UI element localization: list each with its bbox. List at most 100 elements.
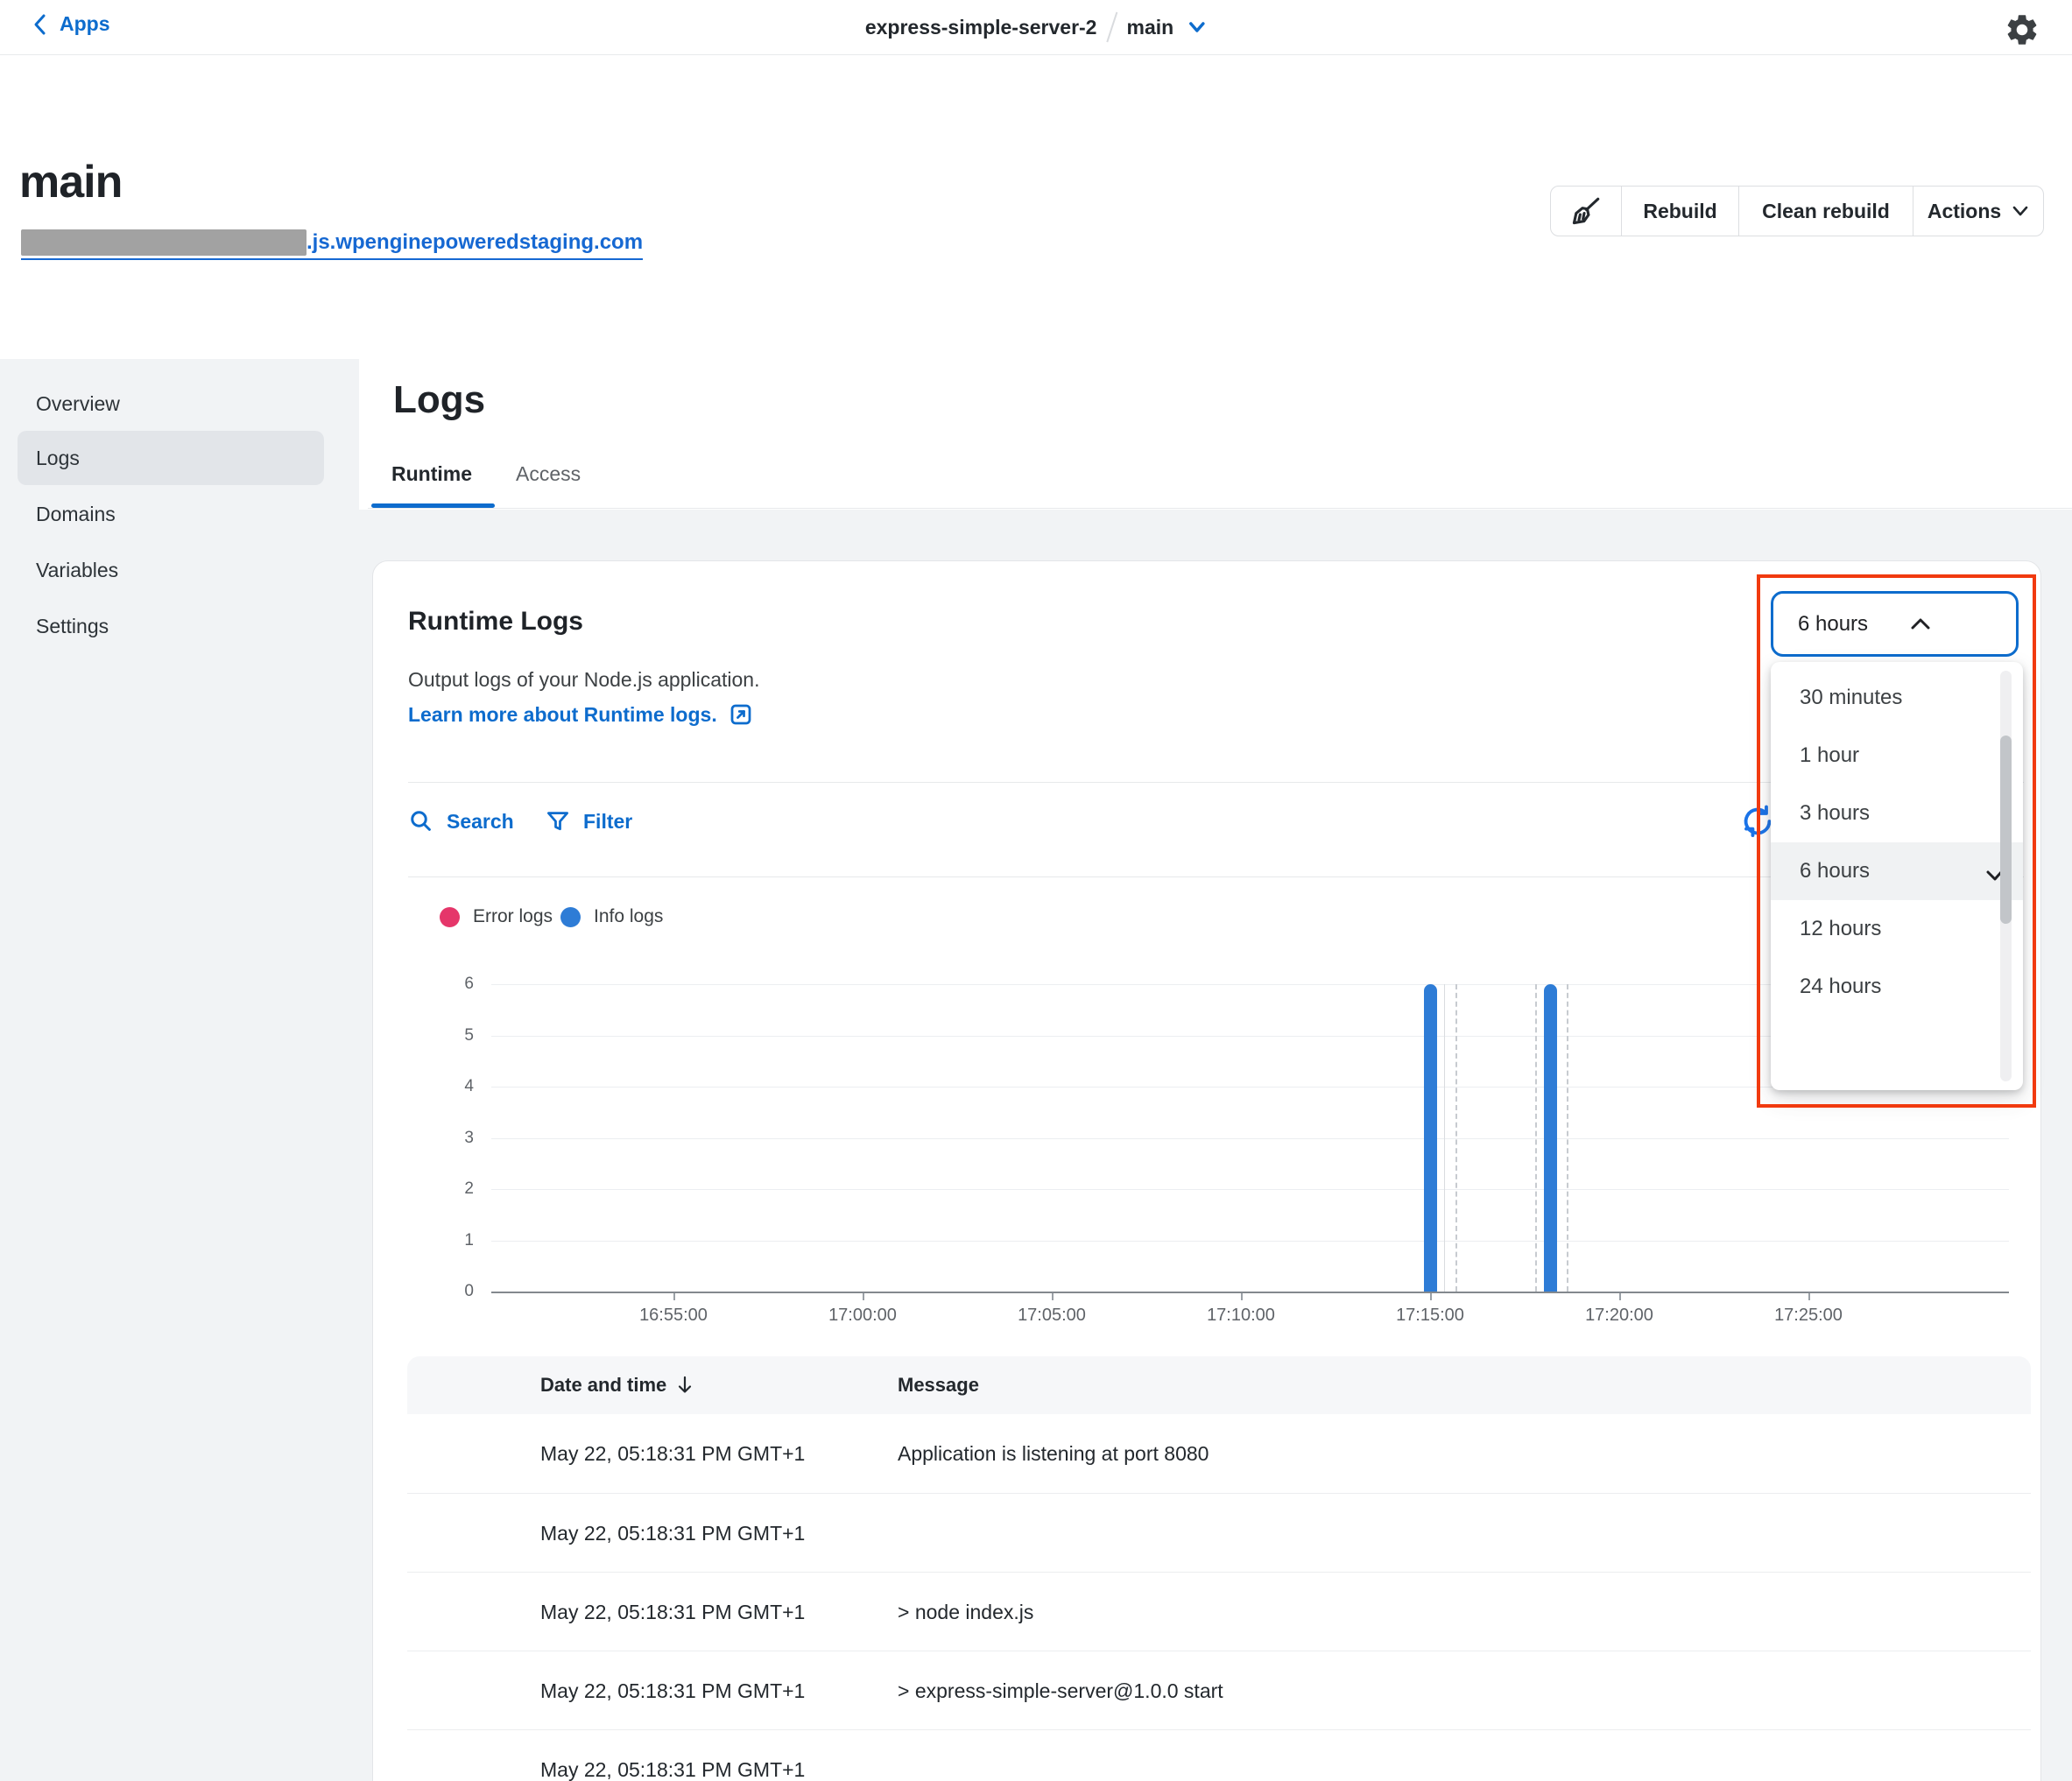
option-label: 24 hours xyxy=(1800,975,1881,999)
xtick-chart-el xyxy=(1619,1293,1621,1300)
bar-chart-el xyxy=(1424,984,1437,1292)
settings-gear-icon[interactable] xyxy=(2004,11,2040,48)
chevron-down-icon xyxy=(2012,205,2029,217)
back-label: Apps xyxy=(60,12,110,36)
header-action-bar: Rebuild Clean rebuild Actions xyxy=(1550,186,2044,236)
xlab-chart-el: 17:15:00 xyxy=(1369,1306,1491,1326)
log-row: May 22, 05:18:31 PM GMT+1 xyxy=(407,1729,2031,1781)
breadcrumb-environment[interactable]: main xyxy=(1126,16,1173,39)
log-row: May 22, 05:18:31 PM GMT+1 > express-simp… xyxy=(407,1651,2031,1730)
column-header-date[interactable]: Date and time xyxy=(540,1356,694,1414)
option-label: 6 hours xyxy=(1800,859,1870,883)
chevron-down-icon[interactable] xyxy=(1188,20,1207,34)
xlab-chart-el: 17:05:00 xyxy=(990,1306,1113,1326)
grid-chart-el xyxy=(491,1138,2009,1139)
option-label: 30 minutes xyxy=(1800,686,1902,710)
option-24-hours[interactable]: 24 hours xyxy=(1771,958,2023,1016)
breadcrumb-app-name[interactable]: express-simple-server-2 xyxy=(865,16,1097,39)
chevron-up-icon xyxy=(1909,616,1996,631)
xlab-chart-el: 17:20:00 xyxy=(1558,1306,1681,1326)
option-label: 1 hour xyxy=(1800,743,1859,768)
dashline-chart-el xyxy=(1567,984,1568,1292)
log-message: > node index.js xyxy=(898,1573,1033,1651)
page-section-title: Logs xyxy=(393,378,485,422)
environment-title: main xyxy=(19,156,122,208)
app-url-link[interactable]: .js.wpenginepoweredstaging.com xyxy=(21,229,643,260)
xtick-chart-el xyxy=(1052,1293,1054,1300)
tabs-divider xyxy=(368,508,2072,509)
xtick-chart-el xyxy=(863,1293,864,1300)
log-time: May 22, 05:18:31 PM GMT+1 xyxy=(540,1651,805,1730)
grid-chart-el xyxy=(491,1189,2009,1190)
bar-chart-el xyxy=(1544,984,1557,1292)
xtick-chart-el xyxy=(1808,1293,1810,1300)
chevron-left-icon xyxy=(32,13,49,36)
log-time: May 22, 05:18:31 PM GMT+1 xyxy=(540,1573,805,1651)
xlab-chart-el: 17:00:00 xyxy=(801,1306,924,1326)
option-label: 3 hours xyxy=(1800,801,1870,826)
log-message: Application is listening at port 8080 xyxy=(898,1414,1209,1493)
option-12-hours[interactable]: 12 hours xyxy=(1771,900,2023,958)
date-column-label: Date and time xyxy=(540,1374,666,1397)
solidline-chart-el xyxy=(1444,984,1445,1292)
option-3-hours[interactable]: 3 hours xyxy=(1771,785,2023,842)
xtick-chart-el xyxy=(673,1293,675,1300)
sidebar-item-overview[interactable]: Overview xyxy=(18,377,324,431)
tab-runtime[interactable]: Runtime xyxy=(391,462,472,486)
log-row: May 22, 05:18:31 PM GMT+1 > node index.j… xyxy=(407,1572,2031,1651)
ylab-chart-el: 0 xyxy=(421,1281,474,1302)
time-range-selected-value: 6 hours xyxy=(1798,612,1885,637)
xlab-chart-el: 16:55:00 xyxy=(612,1306,735,1326)
log-time: May 22, 05:18:31 PM GMT+1 xyxy=(540,1494,805,1573)
top-bar: Apps express-simple-server-2 main xyxy=(0,0,2072,55)
sidebar-item-logs[interactable]: Logs xyxy=(18,431,324,485)
sidebar-item-label: Variables xyxy=(36,559,118,582)
ylab-chart-el: 3 xyxy=(421,1128,474,1149)
clean-rebuild-button[interactable]: Clean rebuild xyxy=(1738,187,1913,236)
sidebar-item-label: Settings xyxy=(36,615,109,638)
message-column-label: Message xyxy=(898,1374,979,1397)
xtick-chart-el xyxy=(1241,1293,1243,1300)
redacted-url-overlay xyxy=(21,229,307,256)
ylab-chart-el: 6 xyxy=(421,974,474,995)
log-row: May 22, 05:18:31 PM GMT+1 Application is… xyxy=(407,1414,2031,1493)
sidebar-item-label: Logs xyxy=(36,447,80,470)
sidebar-item-label: Domains xyxy=(36,503,116,526)
sidebar-item-settings[interactable]: Settings xyxy=(18,599,324,653)
option-label: 12 hours xyxy=(1800,917,1881,941)
xlab-chart-el: 17:10:00 xyxy=(1180,1306,1302,1326)
sidebar-item-domains[interactable]: Domains xyxy=(18,487,324,541)
column-header-message: Message xyxy=(898,1356,979,1414)
sort-descending-arrow-icon xyxy=(675,1375,694,1396)
xtick-chart-el xyxy=(1430,1293,1432,1300)
log-row: May 22, 05:18:31 PM GMT+1 xyxy=(407,1493,2031,1573)
app-page: Apps express-simple-server-2 main main .… xyxy=(0,0,2072,1781)
xlab-chart-el: 17:25:00 xyxy=(1747,1306,1870,1326)
option-30-minutes[interactable]: 30 minutes xyxy=(1771,669,2023,727)
log-time: May 22, 05:18:31 PM GMT+1 xyxy=(540,1414,805,1493)
actions-menu-button[interactable]: Actions xyxy=(1913,187,2043,236)
breadcrumb: express-simple-server-2 main xyxy=(865,0,1207,54)
ylab-chart-el: 4 xyxy=(421,1076,474,1097)
dashline-chart-el xyxy=(1455,984,1457,1292)
tab-access[interactable]: Access xyxy=(516,462,581,486)
back-to-apps-link[interactable]: Apps xyxy=(32,12,110,36)
dashline-chart-el xyxy=(1535,984,1537,1292)
sweep-broom-button[interactable] xyxy=(1551,187,1621,236)
dropdown-scrollbar-thumb[interactable] xyxy=(2000,736,2012,924)
time-range-select[interactable]: 6 hours xyxy=(1771,591,2019,657)
ylab-chart-el: 2 xyxy=(421,1179,474,1200)
actions-label: Actions xyxy=(1928,200,2001,223)
option-6-hours[interactable]: 6 hours xyxy=(1771,842,2023,900)
broom-icon xyxy=(1567,192,1605,230)
log-time: May 22, 05:18:31 PM GMT+1 xyxy=(540,1730,805,1781)
sidebar-item-variables[interactable]: Variables xyxy=(18,543,324,597)
rebuild-button[interactable]: Rebuild xyxy=(1621,187,1738,236)
log-message: > express-simple-server@1.0.0 start xyxy=(898,1651,1223,1730)
logs-table-header: Date and time Message xyxy=(407,1356,2031,1415)
grid-chart-el xyxy=(491,1292,2009,1293)
ylab-chart-el: 5 xyxy=(421,1025,474,1046)
app-url-visible-text: .js.wpenginepoweredstaging.com xyxy=(307,229,643,256)
breadcrumb-separator xyxy=(1106,12,1117,43)
option-1-hour[interactable]: 1 hour xyxy=(1771,727,2023,785)
